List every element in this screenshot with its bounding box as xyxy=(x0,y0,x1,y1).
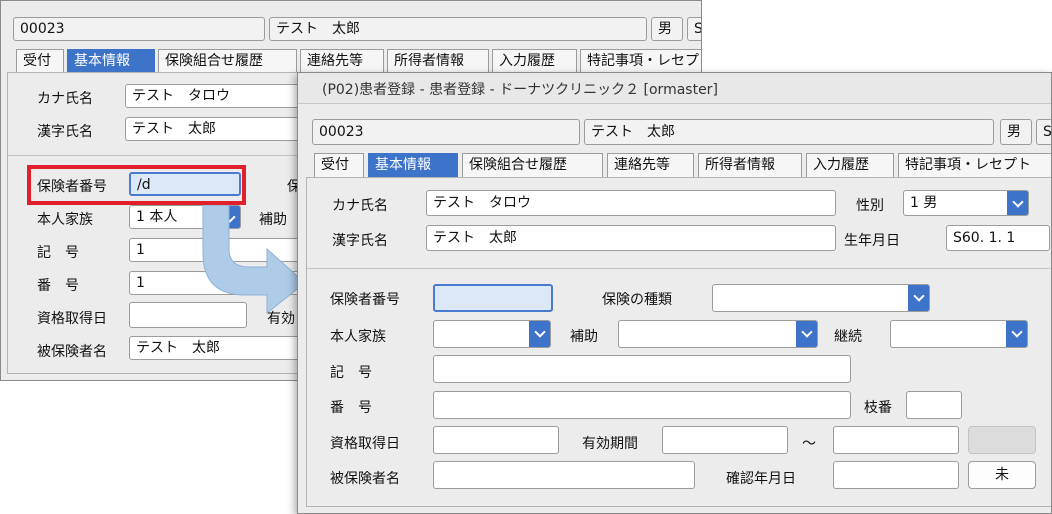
bango-input[interactable] xyxy=(433,391,851,419)
window-title: (P02)患者登録 - 患者登録 - ドーナツクリニック２ [ormaster] xyxy=(322,82,718,98)
insured-name-label: 被保険者名 xyxy=(37,344,107,360)
tab-reception[interactable]: 受付 xyxy=(16,49,64,72)
valid-to-input[interactable] xyxy=(833,426,959,454)
insured-name-label: 被保険者名 xyxy=(330,471,400,487)
disabled-button[interactable] xyxy=(968,426,1036,454)
insurer-number-label: 保険者番号 xyxy=(330,292,400,308)
aid-label: 補助 xyxy=(570,329,598,345)
tab-basic-info[interactable]: 基本情報 xyxy=(67,49,155,72)
sex-label: 性別 xyxy=(856,198,884,214)
window-title-bar[interactable]: (P02)患者登録 - 患者登録 - ドーナツクリニック２ [ormaster] xyxy=(298,73,1051,104)
insurance-type-label: 保険の種類 xyxy=(602,292,672,308)
tab-input-history[interactable]: 入力履歴 xyxy=(492,49,577,72)
bango-label: 番 号 xyxy=(330,400,372,416)
kanji-label: 漢字氏名 xyxy=(37,124,93,140)
chevron-down-icon[interactable] xyxy=(1006,321,1027,347)
bango-label: 番 号 xyxy=(37,278,79,294)
branch-input[interactable] xyxy=(906,391,962,419)
tab-notes[interactable]: 特記事項・レセプト xyxy=(898,153,1051,177)
kigo-input[interactable] xyxy=(433,355,851,383)
tab-insurance-history[interactable]: 保険組合せ履歴 xyxy=(158,49,297,72)
chevron-down-icon[interactable] xyxy=(529,321,550,347)
sex-display-field[interactable]: 男 xyxy=(651,17,683,41)
kana-label: カナ氏名 xyxy=(37,91,93,107)
separator xyxy=(307,268,1051,269)
insured-name-input[interactable]: テスト 太郎 xyxy=(129,336,309,360)
tab-input-history[interactable]: 入力履歴 xyxy=(806,153,894,177)
back-tab-bar: 受付 基本情報 保険組合せ履歴 連絡先等 所得者情報 入力履歴 特記事項・レセプ… xyxy=(16,49,701,73)
unconfirmed-button[interactable]: 未 xyxy=(968,461,1036,489)
aid-select[interactable] xyxy=(618,320,818,348)
kigo-label: 記 号 xyxy=(330,365,372,381)
front-patient-window: (P02)患者登録 - 患者登録 - ドーナツクリニック２ [ormaster]… xyxy=(297,72,1052,514)
kanji-label: 漢字氏名 xyxy=(332,233,388,249)
tilde-separator: 〜 xyxy=(802,436,816,452)
branch-label: 枝番 xyxy=(864,400,892,416)
patient-id-field[interactable]: 00023 xyxy=(312,119,580,145)
tab-income[interactable]: 所得者情報 xyxy=(698,153,802,177)
family-label: 本人家族 xyxy=(330,329,386,345)
family-select-value: 1 本人 xyxy=(136,209,178,225)
insurer-number-highlight xyxy=(27,165,246,205)
tab-reception[interactable]: 受付 xyxy=(314,153,364,177)
qualify-date-label: 資格取得日 xyxy=(330,436,400,452)
continue-label: 継続 xyxy=(834,329,862,345)
kanji-name-input[interactable]: テスト 太郎 xyxy=(125,117,305,141)
sex-select[interactable]: 1 男 xyxy=(903,190,1029,216)
tab-income[interactable]: 所得者情報 xyxy=(387,49,489,72)
tab-notes[interactable]: 特記事項・レセプト xyxy=(580,49,701,72)
tab-insurance-history[interactable]: 保険組合せ履歴 xyxy=(462,153,603,177)
tab-contacts[interactable]: 連絡先等 xyxy=(300,49,384,72)
family-label: 本人家族 xyxy=(37,212,93,228)
qualify-date-label: 資格取得日 xyxy=(37,311,107,327)
continue-select[interactable] xyxy=(890,320,1028,348)
confirm-date-input[interactable] xyxy=(833,461,959,489)
insurer-number-input[interactable] xyxy=(433,284,553,312)
partial-field[interactable]: S xyxy=(1036,119,1051,145)
chevron-down-icon[interactable] xyxy=(908,285,929,311)
confirm-date-label: 確認年月日 xyxy=(726,471,796,487)
front-tab-bar: 受付 基本情報 保険組合せ履歴 連絡先等 所得者情報 入力履歴 特記事項・レセプ… xyxy=(314,153,1051,177)
patient-id-field[interactable]: 00023 xyxy=(13,17,265,41)
sex-display-field[interactable]: 男 xyxy=(1000,119,1032,145)
valid-from-input[interactable] xyxy=(662,426,788,454)
chevron-down-icon[interactable] xyxy=(796,321,817,347)
qualify-date-input[interactable] xyxy=(433,426,559,454)
kanji-name-input[interactable]: テスト 太郎 xyxy=(426,225,836,251)
kana-name-input[interactable]: テスト タロウ xyxy=(125,84,305,108)
family-select[interactable] xyxy=(433,320,551,348)
sex-select-value: 1 男 xyxy=(910,195,938,211)
kigo-label: 記 号 xyxy=(37,245,79,261)
birth-date-label: 生年月日 xyxy=(844,233,900,249)
insured-name-input[interactable] xyxy=(433,461,695,489)
kana-name-input[interactable]: テスト タロウ xyxy=(426,190,836,216)
insurance-type-select[interactable] xyxy=(712,284,930,312)
chevron-down-icon[interactable] xyxy=(1007,191,1028,215)
kana-label: カナ氏名 xyxy=(332,198,388,214)
tab-contacts[interactable]: 連絡先等 xyxy=(607,153,694,177)
patient-name-field[interactable]: テスト 太郎 xyxy=(584,119,994,145)
valid-period-label: 有効期間 xyxy=(582,436,638,452)
tab-basic-info[interactable]: 基本情報 xyxy=(368,153,458,177)
birth-date-input[interactable]: S60. 1. 1 xyxy=(946,225,1050,251)
partial-field[interactable]: S xyxy=(687,17,701,41)
patient-name-field[interactable]: テスト 太郎 xyxy=(269,17,647,41)
